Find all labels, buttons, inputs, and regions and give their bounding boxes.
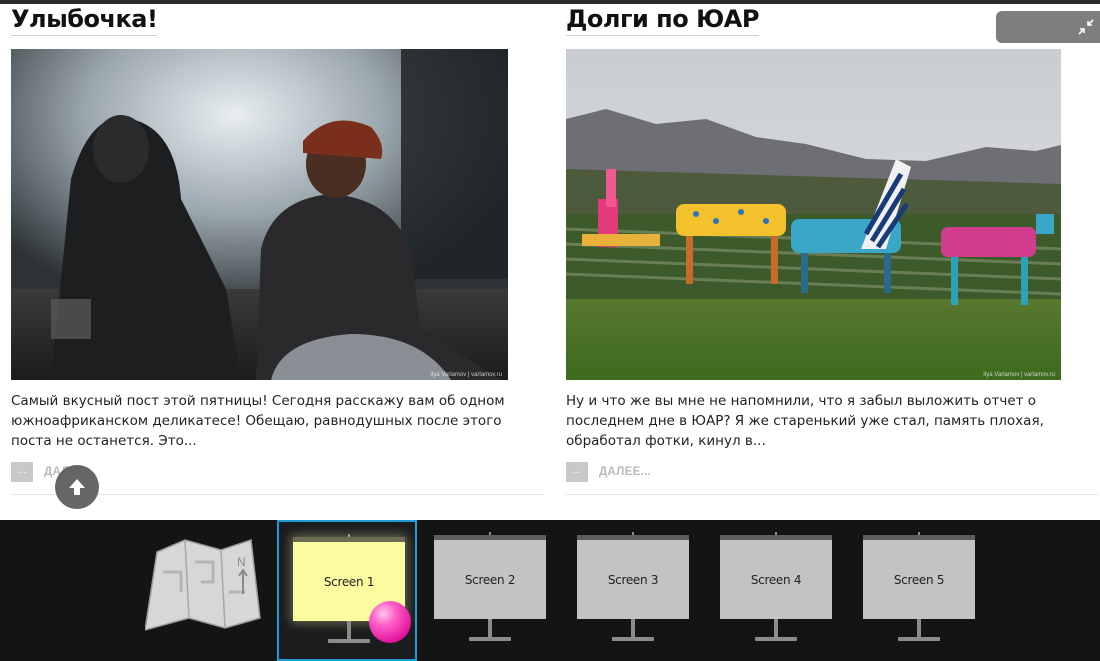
screen-label: Screen 5 (893, 572, 945, 587)
post-photo[interactable]: Ilya Varlamov | varlamov.ru (11, 49, 508, 380)
screen-stand (917, 619, 921, 639)
arrow-up-icon (69, 479, 85, 495)
post-excerpt: Самый вкусный пост этой пятницы! Сегодня… (11, 393, 505, 449)
post-card: Улыбочка! Ilya Varlamov | varlamov.ru Са… (11, 4, 543, 495)
read-more-icon[interactable]: ... (566, 462, 588, 482)
screen-5-item[interactable]: Screen 5 (849, 520, 989, 661)
screen-stand-base (898, 637, 940, 641)
screen-stand (488, 619, 492, 639)
photo-watermark: Ilya Varlamov | varlamov.ru (983, 372, 1055, 378)
screen-stand-base (755, 637, 797, 641)
post-divider (566, 494, 1098, 495)
read-more-icon[interactable]: ... (11, 462, 33, 482)
screen-1-item[interactable]: Screen 1 (277, 520, 417, 661)
post-photo[interactable]: Ilya Varlamov | varlamov.ru (566, 49, 1061, 380)
post-excerpt: Ну и что же вы мне не напомнили, что я з… (566, 393, 1044, 449)
screen-stand (774, 619, 778, 639)
screen-label: Screen 3 (607, 572, 659, 587)
screen-stand (631, 619, 635, 639)
screen-board: Screen 3 (577, 535, 689, 619)
screen-label: Screen 4 (750, 572, 802, 587)
screen-3-item[interactable]: Screen 3 (563, 520, 703, 661)
scroll-top-button[interactable] (55, 465, 99, 509)
collapse-button[interactable] (996, 11, 1100, 43)
post-photo-image (11, 49, 508, 380)
screen-stand (347, 621, 351, 641)
svg-text:N: N (237, 555, 246, 569)
screen-label: Screen 2 (464, 572, 516, 587)
post-title[interactable]: Долги по ЮАР (566, 4, 759, 36)
read-more-link[interactable]: ... ДАЛЕЕ... (566, 462, 651, 482)
screen-board: Screen 2 (434, 535, 546, 619)
post-photo-image (566, 49, 1061, 380)
screen-stand-base (469, 637, 511, 641)
screen-label: Screen 1 (323, 574, 375, 589)
screen-stand-base (328, 639, 370, 643)
read-more-label[interactable]: ДАЛЕЕ... (599, 466, 651, 478)
screen-2-item[interactable]: Screen 2 (420, 520, 560, 661)
screen-stand-base (612, 637, 654, 641)
user-marker-icon (369, 601, 411, 643)
photo-watermark: Ilya Varlamov | varlamov.ru (430, 372, 502, 378)
screen-dock: N Screen 1 Screen 2 Screen 3 Screen 4 Sc… (0, 520, 1100, 661)
collapse-arrows-icon (1078, 19, 1094, 35)
map-icon[interactable]: N (145, 532, 263, 632)
screen-board: Screen 4 (720, 535, 832, 619)
post-title[interactable]: Улыбочка! (11, 4, 158, 36)
screen-board: Screen 5 (863, 535, 975, 619)
screen-4-item[interactable]: Screen 4 (706, 520, 846, 661)
